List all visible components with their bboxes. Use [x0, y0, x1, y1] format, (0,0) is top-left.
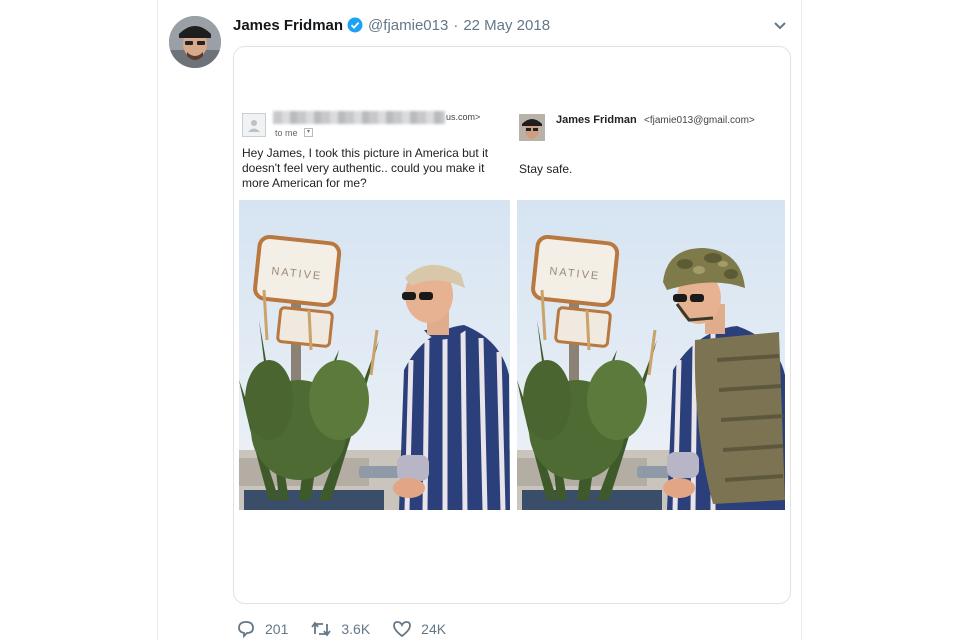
reply-icon — [238, 621, 254, 639]
email-message-right: Stay safe. — [519, 162, 573, 176]
reply-avatar — [519, 114, 545, 141]
sender-domain: us.com> — [446, 112, 481, 122]
original-photo: NATIVE — [239, 200, 510, 510]
tweet-date[interactable]: 22 May 2018 — [463, 17, 550, 34]
retweet-icon — [311, 621, 332, 637]
reply-count: 201 — [265, 621, 289, 637]
tweet-actions: 201 3.6K 24K — [236, 618, 468, 640]
reply-button[interactable]: 201 — [236, 619, 288, 639]
chevron-down-icon[interactable] — [770, 16, 790, 36]
to-me-label: to me — [275, 128, 298, 138]
reply-sender-name: James Fridman — [556, 114, 637, 126]
sender-avatar-icon — [242, 113, 266, 137]
like-button[interactable]: 24K — [392, 619, 446, 639]
reply-sender-email: <fjamie013@gmail.com> — [644, 115, 755, 126]
tweet-header: James Fridman @fjamie013 · 22 May 2018 — [233, 14, 550, 36]
retweet-button[interactable]: 3.6K — [310, 619, 370, 639]
avatar[interactable] — [169, 16, 221, 68]
retweet-count: 3.6K — [341, 621, 371, 637]
dropdown-arrow-icon: ▾ — [304, 128, 313, 137]
edited-photo: NATIVE — [517, 200, 785, 510]
heart-icon — [393, 621, 412, 638]
blurred-sender — [273, 111, 445, 124]
separator: · — [453, 16, 459, 34]
like-count: 24K — [421, 621, 447, 637]
author-name[interactable]: James Fridman — [233, 17, 343, 34]
verified-badge-icon — [347, 17, 363, 33]
email-message-left: Hey James, I took this picture in Americ… — [242, 146, 489, 190]
author-handle[interactable]: @fjamie013 — [368, 17, 448, 34]
